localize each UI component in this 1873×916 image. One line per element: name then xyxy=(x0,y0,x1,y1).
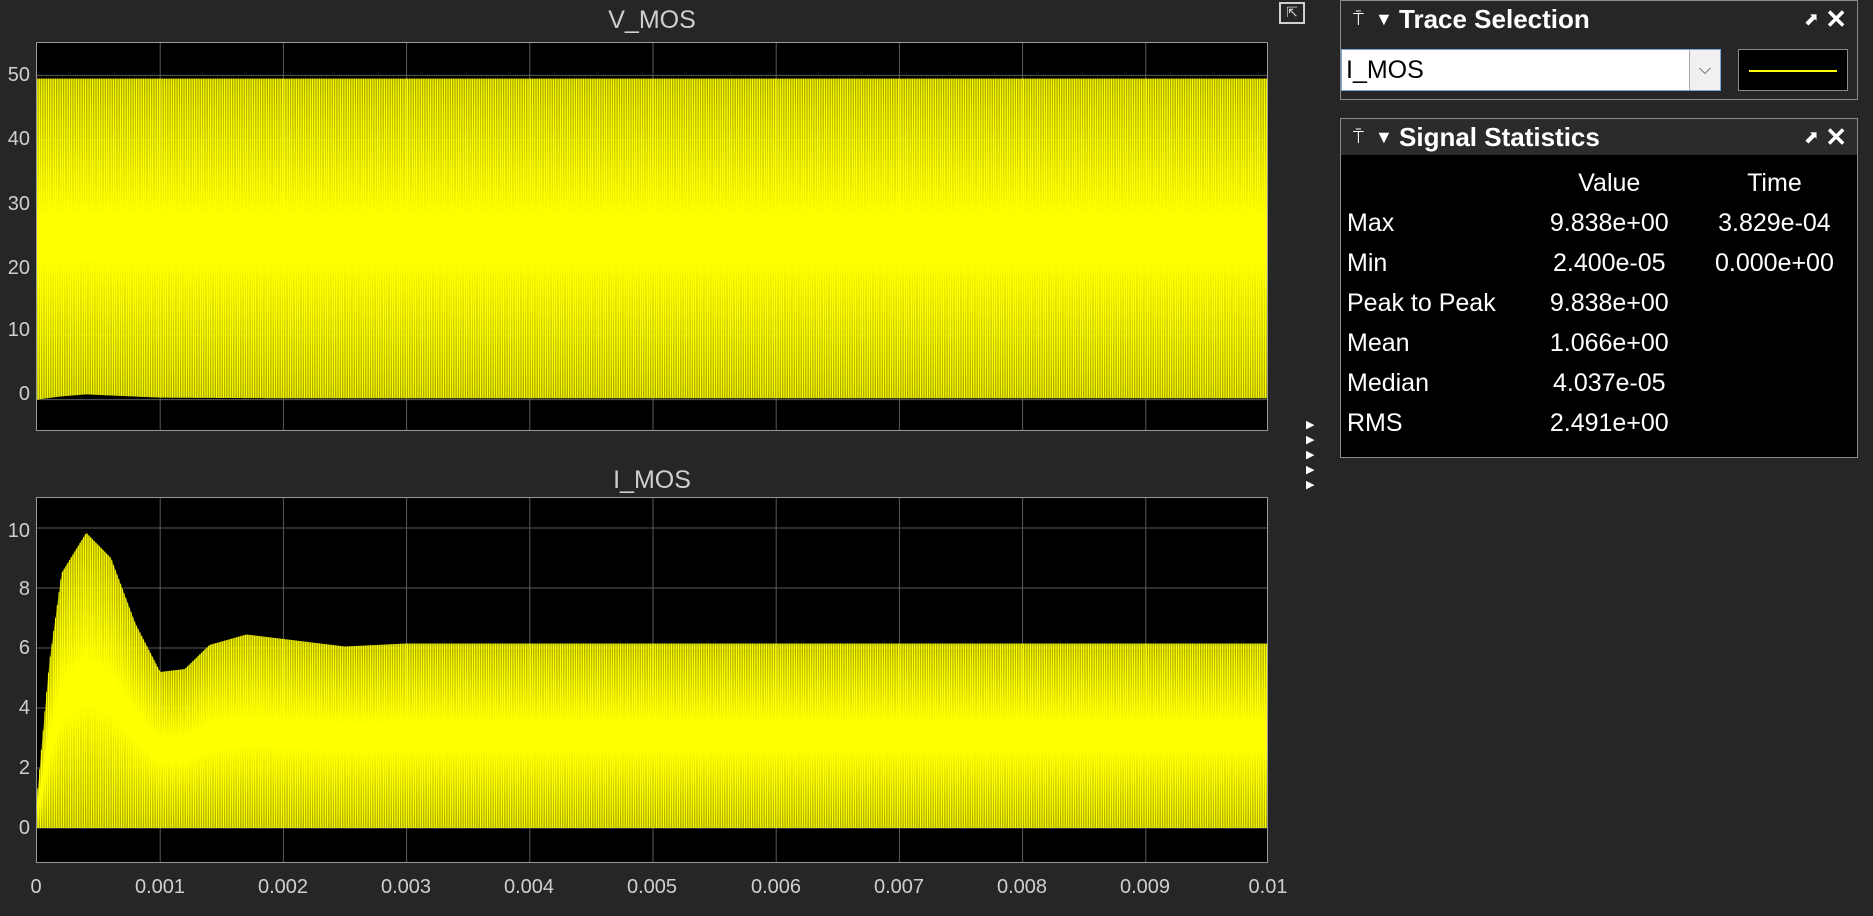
column-header-time: Time xyxy=(1747,168,1802,197)
undock-panel-icon[interactable]: ⬈ xyxy=(1804,127,1819,148)
ytick: 20 xyxy=(7,257,30,279)
i-mos-axes[interactable] xyxy=(36,497,1268,863)
signal-statistics-header: ⍑ ▼ Signal Statistics ⬈ ✕ xyxy=(1341,119,1857,155)
stat-label: Median xyxy=(1347,368,1429,397)
stat-time xyxy=(1692,323,1857,363)
undock-plot-button[interactable]: ⇱ xyxy=(1279,2,1305,24)
ytick: 50 xyxy=(7,64,30,86)
expand-arrow-icon: ▶ xyxy=(1306,464,1315,476)
ytick: 40 xyxy=(7,128,30,150)
xtick: 0.001 xyxy=(134,876,186,898)
stat-value: 2.491e+00 xyxy=(1549,408,1669,437)
stat-time xyxy=(1692,283,1857,323)
trace-selection-panel: ⍑ ▼ Trace Selection ⬈ ✕ I_MOS ⌵ xyxy=(1340,0,1858,100)
expand-arrow-icon: ▶ xyxy=(1306,419,1315,431)
stat-time xyxy=(1692,363,1857,403)
xtick: 0.006 xyxy=(750,876,802,898)
undock-icon: ⇱ xyxy=(1286,4,1298,20)
collapse-caret-icon[interactable]: ▼ xyxy=(1375,127,1393,148)
stat-value: 2.400e-05 xyxy=(1552,248,1666,277)
table-row: Mean 1.066e+00 xyxy=(1347,323,1857,363)
i-mos-plot xyxy=(37,498,1267,862)
ytick: 10 xyxy=(7,520,30,542)
table-row: Max 9.838e+00 3.829e-04 xyxy=(1347,203,1857,243)
stat-label: Mean xyxy=(1347,328,1410,357)
statistics-table: Value Time Max 9.838e+00 3.829e-04 Min 2… xyxy=(1347,163,1857,443)
xtick: 0.007 xyxy=(873,876,925,898)
stat-label: RMS xyxy=(1347,408,1403,437)
table-row: Median 4.037e-05 xyxy=(1347,363,1857,403)
trace-selection-title: Trace Selection xyxy=(1399,3,1590,34)
column-header xyxy=(1347,163,1527,203)
table-row: Min 2.400e-05 0.000e+00 xyxy=(1347,243,1857,283)
xtick: 0 xyxy=(30,876,42,898)
ytick: 2 xyxy=(18,757,30,779)
ytick: 6 xyxy=(18,637,30,659)
xtick: 0.004 xyxy=(503,876,555,898)
xtick: 0.005 xyxy=(626,876,678,898)
xtick: 0.009 xyxy=(1119,876,1171,898)
stat-label: Peak to Peak xyxy=(1347,288,1496,317)
signal-statistics-title: Signal Statistics xyxy=(1399,121,1600,152)
table-row: RMS 2.491e+00 xyxy=(1347,403,1857,443)
close-icon[interactable]: ✕ xyxy=(1825,4,1847,35)
pin-icon[interactable]: ⍑ xyxy=(1353,127,1371,148)
table-header-row: Value Time xyxy=(1347,163,1857,203)
line-sample xyxy=(1749,70,1837,72)
xtick: 0.003 xyxy=(380,876,432,898)
signal-envelope xyxy=(37,78,1267,400)
expand-arrow-icon: ▶ xyxy=(1306,434,1315,446)
stat-time: 3.829e-04 xyxy=(1718,208,1831,237)
v-mos-axes[interactable] xyxy=(36,42,1268,431)
plot-title-v-mos: V_MOS xyxy=(608,6,696,34)
xtick: 0.002 xyxy=(257,876,309,898)
ytick: 30 xyxy=(7,193,30,215)
trace-line-style-swatch[interactable] xyxy=(1738,49,1848,91)
trace-select-value: I_MOS xyxy=(1346,56,1424,84)
column-header-value: Value xyxy=(1578,168,1641,197)
xtick: 0.008 xyxy=(996,876,1048,898)
stat-time: 0.000e+00 xyxy=(1714,248,1834,277)
ytick: 0 xyxy=(18,383,30,405)
trace-selection-header: ⍑ ▼ Trace Selection ⬈ ✕ xyxy=(1341,1,1857,37)
collapse-caret-icon[interactable]: ▼ xyxy=(1375,9,1393,30)
stat-label: Max xyxy=(1347,208,1395,237)
stat-value: 4.037e-05 xyxy=(1552,368,1666,397)
chevron-down-icon[interactable]: ⌵ xyxy=(1689,50,1720,90)
stat-value: 1.066e+00 xyxy=(1549,328,1669,357)
close-icon[interactable]: ✕ xyxy=(1825,122,1847,153)
undock-panel-icon[interactable]: ⬈ xyxy=(1804,9,1819,30)
ytick: 10 xyxy=(7,319,30,341)
trace-select-dropdown[interactable]: I_MOS ⌵ xyxy=(1341,49,1721,91)
pin-icon[interactable]: ⍑ xyxy=(1353,9,1371,30)
table-row: Peak to Peak 9.838e+00 xyxy=(1347,283,1857,323)
stat-label: Min xyxy=(1347,248,1388,277)
xtick: 0.01 xyxy=(1248,876,1288,898)
stat-value: 9.838e+00 xyxy=(1549,288,1669,317)
expand-arrow-icon: ▶ xyxy=(1306,449,1315,461)
expand-arrow-icon: ▶ xyxy=(1306,479,1315,491)
ytick: 8 xyxy=(18,578,30,600)
panel-expander-arrows[interactable]: ▶ ▶ ▶ ▶ ▶ xyxy=(1306,418,1320,493)
plot-title-i-mos: I_MOS xyxy=(613,466,691,494)
stat-value: 9.838e+00 xyxy=(1549,208,1669,237)
ytick: 0 xyxy=(18,817,30,839)
v-mos-plot xyxy=(37,43,1267,430)
stat-time xyxy=(1692,403,1857,443)
ytick: 4 xyxy=(18,697,30,719)
signal-statistics-panel: ⍑ ▼ Signal Statistics ⬈ ✕ Value Time Max… xyxy=(1340,118,1858,458)
